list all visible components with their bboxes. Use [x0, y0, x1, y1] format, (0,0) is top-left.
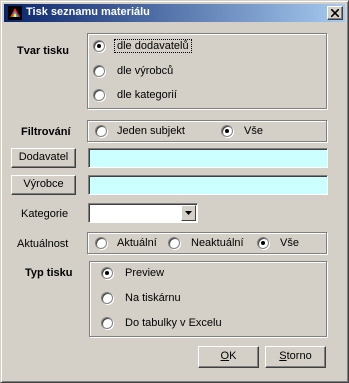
dodavatel-button[interactable]: Dodavatel — [11, 148, 76, 168]
radio-jeden-subjekt[interactable] — [95, 125, 107, 137]
radio-label-do-excelu[interactable]: Do tabulky v Excelu — [125, 317, 222, 329]
kategorie-combo[interactable] — [88, 203, 198, 223]
radio-label-dle-dodavatelu[interactable]: dle dodavatelů — [114, 39, 192, 53]
vyrobce-button[interactable]: Výrobce — [11, 175, 76, 195]
app-icon — [8, 6, 22, 20]
radio-label-dle-vyrobcu[interactable]: dle výrobců — [117, 65, 173, 77]
radio-label-jeden-subjekt[interactable]: Jeden subjekt — [117, 125, 185, 137]
radio-dle-dodavatelu[interactable] — [93, 40, 105, 52]
filtrovani-label: Filtrování — [21, 126, 71, 138]
radio-label-neaktualni[interactable]: Neaktuální — [191, 237, 244, 249]
radio-na-tiskarnu[interactable] — [101, 292, 113, 304]
radio-dle-kategorii[interactable] — [93, 89, 105, 101]
radio-label-filtr-vse[interactable]: Vše — [244, 125, 263, 137]
kategorie-dropdown-button[interactable] — [181, 205, 196, 221]
ok-button[interactable]: OK — [198, 346, 259, 368]
dialog-window: Tisk seznamu materiálu Tvar tisku dle do… — [0, 0, 349, 383]
radio-preview[interactable] — [101, 267, 113, 279]
tvar-tisku-label: Tvar tisku — [17, 45, 69, 57]
radio-label-preview[interactable]: Preview — [125, 267, 164, 279]
close-button[interactable] — [327, 6, 343, 20]
radio-label-dle-kategorii[interactable]: dle kategorií — [117, 89, 177, 101]
dodavatel-field[interactable] — [88, 148, 328, 168]
vyrobce-field[interactable] — [88, 175, 328, 195]
radio-label-aktualnost-vse[interactable]: Vše — [280, 237, 299, 249]
radio-dle-vyrobcu[interactable] — [93, 65, 105, 77]
radio-aktualnost-vse[interactable] — [257, 237, 269, 249]
title-bar[interactable]: Tisk seznamu materiálu — [4, 4, 345, 22]
radio-neaktualni[interactable] — [168, 237, 180, 249]
radio-label-aktualni[interactable]: Aktuální — [117, 237, 157, 249]
typ-tisku-label: Typ tisku — [25, 267, 73, 279]
kategorie-label: Kategorie — [21, 208, 69, 220]
chevron-down-icon — [185, 211, 192, 215]
radio-do-excelu[interactable] — [101, 317, 113, 329]
aktualnost-label: Aktuálnost — [17, 238, 69, 250]
radio-filtr-vse[interactable] — [221, 125, 233, 137]
radio-label-na-tiskarnu[interactable]: Na tiskárnu — [125, 292, 181, 304]
storno-button[interactable]: Storno — [265, 346, 326, 368]
radio-aktualni[interactable] — [95, 237, 107, 249]
window-title: Tisk seznamu materiálu — [26, 6, 150, 18]
close-icon — [331, 9, 339, 17]
